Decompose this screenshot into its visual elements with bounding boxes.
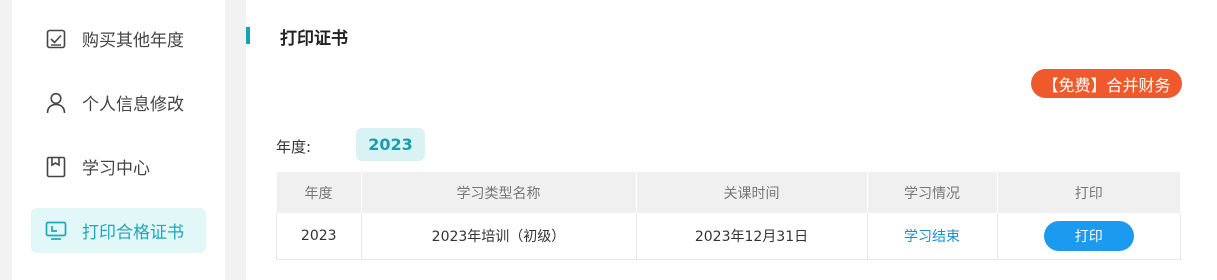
book-icon xyxy=(44,155,68,179)
column-header-status: 学习情况 xyxy=(867,172,998,213)
sidebar-item-label: 学习中心 xyxy=(82,159,150,179)
sidebar: 购买其他年度 个人信息修改 学习中心 打印合格证书 xyxy=(12,0,225,280)
sidebar-item-learning-center[interactable]: 学习中心 xyxy=(31,144,206,189)
column-header-print: 打印 xyxy=(997,172,1181,213)
page-title: 打印证书 xyxy=(280,29,348,49)
column-header-year: 年度 xyxy=(276,172,362,213)
sidebar-item-profile-edit[interactable]: 个人信息修改 xyxy=(31,80,206,125)
merge-finance-promo-button[interactable]: 【免费】合并财务 xyxy=(1031,69,1182,98)
column-header-type: 学习类型名称 xyxy=(361,172,637,213)
cell-type: 2023年培训（初级） xyxy=(360,213,637,260)
sidebar-item-label: 购买其他年度 xyxy=(82,31,184,51)
checkbox-icon xyxy=(44,27,68,51)
sidebar-item-buy-other-year[interactable]: 购买其他年度 xyxy=(31,16,206,61)
main-panel: 打印证书 【免费】合并财务 年度: 2023 年度 学习类型名称 关课时间 学习… xyxy=(246,0,1217,280)
table-header-row: 年度 学习类型名称 关课时间 学习情况 打印 xyxy=(276,172,1181,213)
column-header-close-time: 关课时间 xyxy=(636,172,868,213)
status-link[interactable]: 学习结束 xyxy=(904,229,960,245)
print-button[interactable]: 打印 xyxy=(1043,221,1134,251)
cell-year: 2023 xyxy=(276,213,362,260)
table-row: 2023 2023年培训（初级） 2023年12月31日 学习结束 打印 xyxy=(276,213,1181,260)
title-accent-bar xyxy=(246,27,250,44)
user-icon xyxy=(44,91,68,115)
cell-print: 打印 xyxy=(996,213,1181,260)
year-filter-chip[interactable]: 2023 xyxy=(356,128,425,161)
year-filter-label: 年度: xyxy=(276,138,312,156)
cell-status: 学习结束 xyxy=(866,213,998,260)
certificate-icon xyxy=(44,219,68,243)
cell-close-time: 2023年12月31日 xyxy=(635,213,868,260)
sidebar-item-label: 打印合格证书 xyxy=(82,223,184,243)
sidebar-item-label: 个人信息修改 xyxy=(82,95,184,115)
sidebar-item-print-certificate[interactable]: 打印合格证书 xyxy=(31,208,206,253)
certificate-table: 年度 学习类型名称 关课时间 学习情况 打印 2023 2023年培训（初级） … xyxy=(276,172,1181,260)
